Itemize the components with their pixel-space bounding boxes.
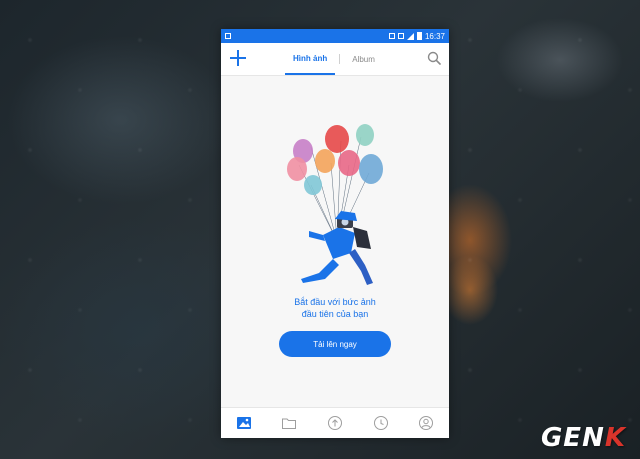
upload-icon — [327, 416, 342, 430]
status-bar: 16:37 — [221, 29, 449, 43]
status-time: 16:37 — [424, 31, 445, 41]
tab-divider — [339, 54, 341, 64]
nav-photos[interactable] — [233, 412, 255, 434]
balloons-icon — [287, 124, 383, 195]
photos-icon — [236, 417, 251, 429]
folder-icon — [282, 418, 297, 429]
empty-state-illustration — [287, 124, 383, 285]
search-icon[interactable] — [427, 51, 441, 65]
tab-photos[interactable]: Hình ảnh — [285, 43, 336, 75]
tab-album[interactable]: Album — [344, 43, 383, 75]
signal-icon — [406, 32, 414, 40]
nav-recent[interactable] — [370, 412, 392, 434]
phone-screen: 16:37 Hình ảnh Album Bắt đầu với bức ảnh… — [221, 29, 449, 438]
gallery-notification-icon — [225, 33, 231, 39]
battery-icon — [416, 32, 422, 40]
genk-watermark-logo: GENK — [541, 423, 626, 453]
tab-bar: Hình ảnh Album — [285, 43, 383, 75]
bottom-navigation — [221, 407, 449, 438]
wifi-icon — [397, 33, 404, 39]
alarm-icon — [388, 33, 395, 39]
nav-upload[interactable] — [324, 412, 346, 434]
nav-folder[interactable] — [278, 412, 300, 434]
watermark-text-right: K — [604, 423, 626, 453]
top-app-bar: Hình ảnh Album — [221, 43, 449, 76]
add-icon[interactable] — [229, 49, 247, 67]
empty-state-line-2: đầu tiên của bạn — [301, 309, 369, 319]
nav-profile[interactable] — [415, 412, 437, 434]
photographer-figure-icon — [301, 211, 373, 285]
empty-state-line-1: Bắt đầu với bức ảnh — [294, 297, 376, 307]
profile-icon — [419, 416, 434, 430]
watermark-text-left: GEN — [540, 423, 605, 453]
empty-state-message: Bắt đầu với bức ảnh đầu tiên của bạn — [221, 296, 449, 320]
clock-icon — [373, 416, 388, 430]
upload-now-button[interactable]: Tải lên ngay — [279, 331, 391, 357]
